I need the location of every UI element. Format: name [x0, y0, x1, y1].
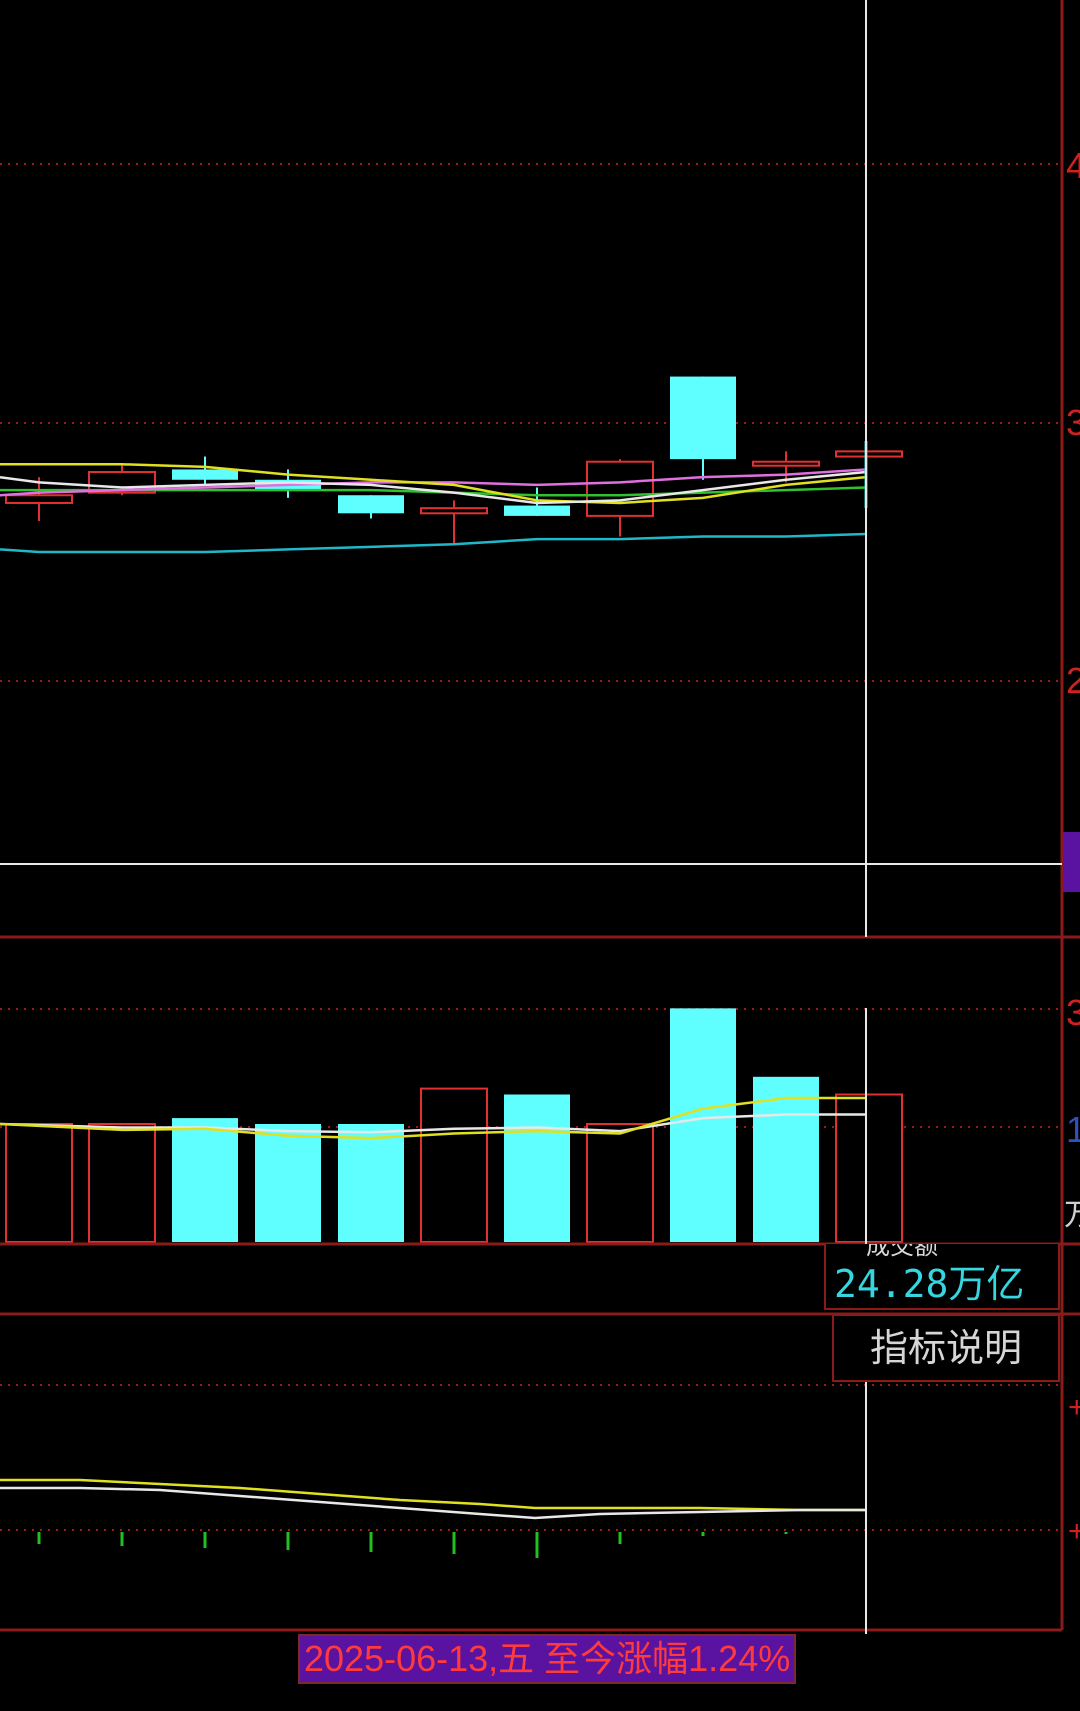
- indicator-tick: +: [1068, 1515, 1080, 1548]
- volume-bar: [88, 1123, 156, 1243]
- candle: [835, 450, 903, 458]
- candle-body: [835, 450, 903, 458]
- candle: [420, 500, 488, 545]
- volume-tick: 3: [1066, 992, 1080, 1033]
- price-cursor-label: [1063, 832, 1080, 892]
- candle-body: [338, 495, 404, 514]
- indicator-line: [0, 1486, 866, 1520]
- candle-body: [5, 494, 73, 504]
- candle-body: [420, 507, 488, 515]
- volume-panel[interactable]: [0, 1008, 903, 1243]
- candle: [338, 495, 404, 519]
- volume-bar: [420, 1087, 488, 1243]
- ma-line: [0, 532, 867, 554]
- volume-bar: [338, 1124, 404, 1242]
- volume-bar: [172, 1118, 238, 1242]
- candle-body: [670, 376, 736, 460]
- volume-tick: 1: [1066, 1109, 1080, 1150]
- volume-bar: [504, 1094, 570, 1242]
- indicator-panel[interactable]: [0, 1478, 866, 1558]
- volume-bar: [5, 1123, 73, 1243]
- price-tick: 3: [1066, 402, 1080, 443]
- candle-body: [504, 505, 570, 516]
- price-tick: 4: [1066, 145, 1080, 186]
- candle: [670, 376, 736, 480]
- amount-box: 成交额 24.28万亿: [824, 1244, 1060, 1310]
- volume-bar: [255, 1124, 321, 1242]
- indicator-description-button[interactable]: 指标说明: [832, 1314, 1060, 1382]
- amount-value: 24.28万亿: [834, 1262, 1025, 1306]
- price-tick: 2: [1066, 660, 1080, 701]
- candle-body: [752, 460, 820, 467]
- candle-body: [172, 469, 238, 480]
- indicator-line: [0, 1478, 866, 1512]
- volume-unit-tick: 万: [1064, 1199, 1080, 1232]
- candle: [172, 456, 238, 485]
- indicator-tick: +: [1068, 1391, 1080, 1424]
- price-panel[interactable]: [0, 376, 903, 554]
- volume-bar: [586, 1123, 654, 1243]
- stock-chart[interactable]: [0, 0, 1080, 1711]
- panel-frame: [0, 0, 1080, 1634]
- candle-body: [586, 460, 654, 517]
- volume-bar: [835, 1093, 903, 1243]
- date-change-label: 2025-06-13,五 至今涨幅1.24%: [298, 1634, 797, 1684]
- volume-bar: [670, 1008, 736, 1242]
